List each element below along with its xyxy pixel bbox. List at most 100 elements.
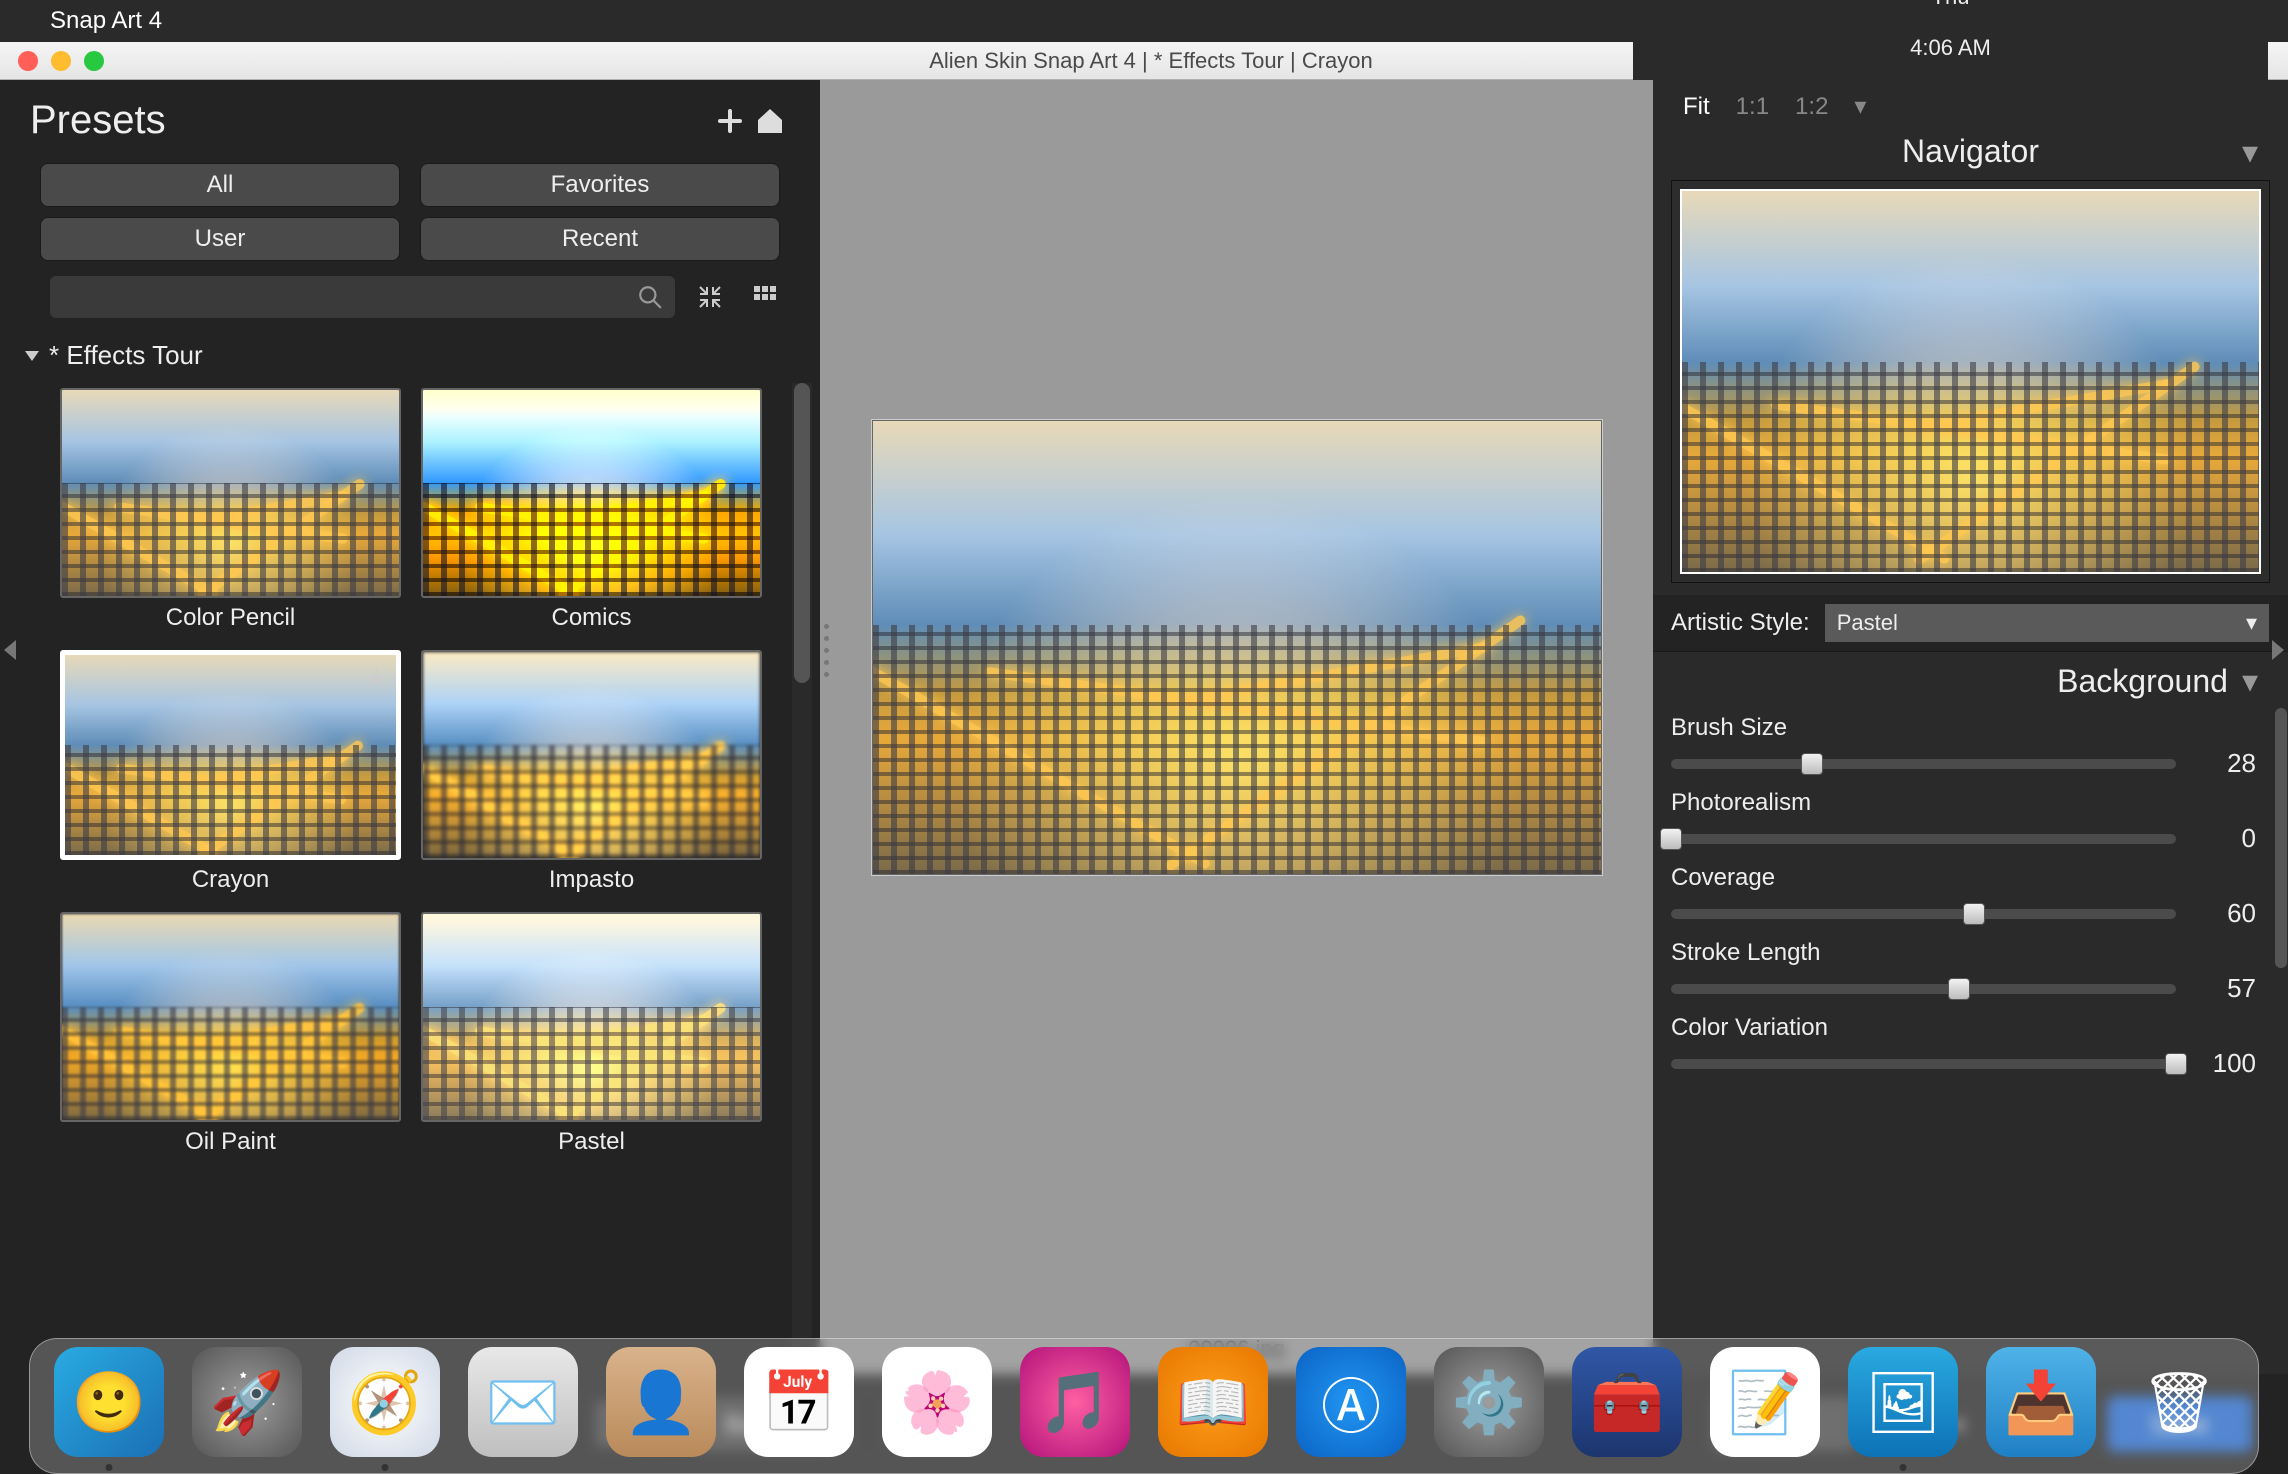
dock-textedit[interactable]: 📝: [1710, 1347, 1820, 1457]
dock-photos[interactable]: 🌸: [882, 1347, 992, 1457]
slider-coverage: Coverage 60: [1671, 858, 2256, 933]
toolbox-icon: 🧰: [1590, 1367, 1665, 1438]
slider-brush-size: Brush Size 28: [1671, 708, 2256, 783]
preview-image[interactable]: [872, 420, 1602, 875]
dock-ibooks[interactable]: 📖: [1158, 1347, 1268, 1457]
tab-user[interactable]: User: [40, 217, 400, 261]
presets-panel: Presets All Favorites User Recent: [0, 80, 820, 1374]
section-title: Background: [2057, 663, 2228, 700]
dock-contacts[interactable]: 👤: [606, 1347, 716, 1457]
ibooks-icon: 📖: [1176, 1367, 1251, 1438]
slider-value: 28: [2196, 748, 2256, 779]
slider-knob[interactable]: [1963, 903, 1985, 925]
group-title: * Effects Tour: [49, 340, 203, 371]
tab-recent[interactable]: Recent: [420, 217, 780, 261]
add-preset-button[interactable]: [710, 101, 750, 141]
snapart-icon: 🖼: [1865, 1367, 1941, 1438]
home-button[interactable]: [750, 101, 790, 141]
slider-track[interactable]: [1671, 984, 2176, 994]
slider-track[interactable]: [1671, 834, 2176, 844]
slider-knob[interactable]: [1660, 828, 1682, 850]
dock: 🙂 🚀 🧭 ✉️ 👤 📅 🌸 🎵 📖 Ⓐ ⚙️ 🧰 📝 🖼 📥 🗑: [29, 1338, 2259, 1474]
dock-finder[interactable]: 🙂: [54, 1347, 164, 1457]
photos-icon: 🌸: [900, 1367, 975, 1438]
dock-preferences[interactable]: ⚙️: [1434, 1347, 1544, 1457]
grid-view-icon[interactable]: [745, 277, 785, 317]
dock-safari[interactable]: 🧭: [330, 1347, 440, 1457]
disclosure-triangle-icon: [25, 351, 39, 361]
dock-toolbox[interactable]: 🧰: [1572, 1347, 1682, 1457]
expand-left-icon[interactable]: [4, 640, 16, 660]
zoom-1-2[interactable]: 1:2: [1795, 93, 1828, 121]
slider-track[interactable]: [1671, 759, 2176, 769]
navigator-box: [1671, 180, 2270, 583]
preset-label: Pastel: [558, 1126, 625, 1164]
slider-value: 60: [2196, 898, 2256, 929]
slider-value: 0: [2196, 823, 2256, 854]
favorite-star-icon[interactable]: ★: [365, 663, 388, 694]
slider-label: Color Variation: [1671, 1014, 2256, 1042]
slider-knob[interactable]: [1801, 753, 1823, 775]
navigator-menu-icon[interactable]: ▾: [2242, 133, 2258, 171]
dock-itunes[interactable]: 🎵: [1020, 1347, 1130, 1457]
search-icon: [637, 284, 663, 310]
slider-label: Brush Size: [1671, 714, 2256, 742]
dock-appstore[interactable]: Ⓐ: [1296, 1347, 1406, 1457]
section-menu-icon[interactable]: ▾: [2242, 662, 2258, 700]
preferences-icon: ⚙️: [1452, 1367, 1527, 1438]
panel-resize-handle[interactable]: [820, 620, 832, 680]
slider-photorealism: Photorealism0: [1671, 783, 2256, 858]
preset-crayon[interactable]: ★Crayon: [60, 650, 401, 902]
artistic-style-select[interactable]: Pastel ▾: [1824, 603, 2270, 643]
menubar-app[interactable]: Snap Art 4: [50, 7, 162, 35]
slider-track[interactable]: [1671, 909, 2176, 919]
chevron-down-icon: ▾: [2246, 610, 2257, 636]
slider-label: Coverage: [1671, 864, 2256, 892]
finder-icon: 🙂: [72, 1367, 147, 1438]
trash-icon: 🗑: [2141, 1367, 2217, 1438]
calendar-icon: 📅: [762, 1367, 837, 1438]
collapse-icon[interactable]: [690, 277, 730, 317]
tab-favorites[interactable]: Favorites: [420, 163, 780, 207]
navigator-thumbnail[interactable]: [1680, 189, 2261, 574]
running-indicator: [106, 1464, 113, 1471]
preset-label: Comics: [551, 602, 631, 640]
zoom-fit[interactable]: Fit: [1683, 93, 1710, 121]
dock-calendar[interactable]: 📅: [744, 1347, 854, 1457]
running-indicator: [382, 1464, 389, 1471]
dock-trash[interactable]: 🗑: [2124, 1347, 2234, 1457]
slider-color-variation: Color Variation100: [1671, 1008, 2256, 1083]
preset-pastel[interactable]: Pastel: [421, 912, 762, 1164]
close-window-button[interactable]: [18, 51, 38, 71]
textedit-icon: 📝: [1728, 1367, 1803, 1438]
preset-comics[interactable]: Comics: [421, 388, 762, 640]
dock-mail[interactable]: ✉️: [468, 1347, 578, 1457]
inspector-scrollbar[interactable]: [2274, 708, 2288, 1374]
zoom-dropdown-icon[interactable]: ▾: [1854, 92, 1866, 121]
running-indicator: [1900, 1464, 1907, 1471]
search-input[interactable]: [50, 276, 675, 318]
mac-menubar: Snap Art 4 Thu 4:06 AM: [0, 0, 2288, 42]
minimize-window-button[interactable]: [51, 51, 71, 71]
dock-launchpad[interactable]: 🚀: [192, 1347, 302, 1457]
slider-label: Stroke Length: [1671, 939, 2256, 967]
preset-color-pencil[interactable]: Color Pencil: [60, 388, 401, 640]
navigator-title: Navigator: [1902, 133, 2039, 170]
window-title: Alien Skin Snap Art 4 | * Effects Tour |…: [104, 48, 2198, 74]
expand-right-icon[interactable]: [2272, 640, 2284, 660]
slider-knob[interactable]: [2165, 1053, 2187, 1075]
preset-oil-paint[interactable]: Oil Paint: [60, 912, 401, 1164]
dock-downloads[interactable]: 📥: [1986, 1347, 2096, 1457]
slider-value: 57: [2196, 973, 2256, 1004]
presets-scrollbar[interactable]: [792, 383, 812, 1374]
slider-track[interactable]: [1671, 1059, 2176, 1069]
preset-group-header[interactable]: * Effects Tour: [0, 328, 820, 383]
dock-snapart[interactable]: 🖼: [1848, 1347, 1958, 1457]
zoom-1-1[interactable]: 1:1: [1736, 93, 1769, 121]
preset-impasto[interactable]: Impasto: [421, 650, 762, 902]
preset-label: Impasto: [549, 864, 634, 902]
menubar-day[interactable]: Thu: [1932, 0, 1970, 10]
zoom-window-button[interactable]: [84, 51, 104, 71]
slider-knob[interactable]: [1948, 978, 1970, 1000]
tab-all[interactable]: All: [40, 163, 400, 207]
